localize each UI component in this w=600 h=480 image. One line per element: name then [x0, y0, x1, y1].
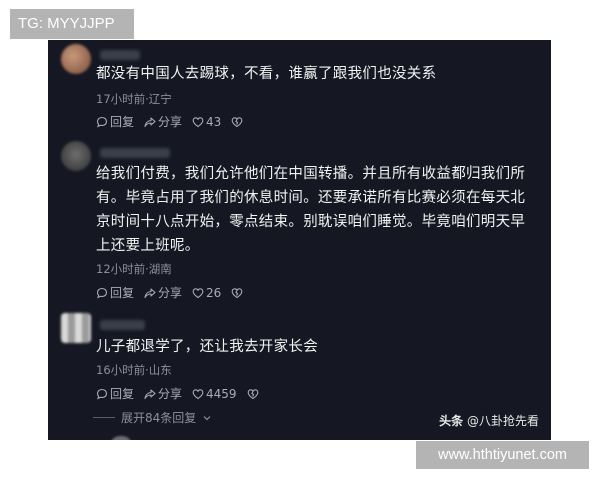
- dislike-button[interactable]: [247, 388, 259, 400]
- share-label: 分享: [158, 286, 183, 300]
- reply-button[interactable]: 回复: [96, 114, 134, 130]
- expand-replies-label: 展开84条回复: [121, 411, 197, 425]
- share-label: 分享: [158, 115, 183, 129]
- share-button[interactable]: 分享: [144, 285, 182, 301]
- dislike-button[interactable]: [231, 116, 243, 128]
- next-avatar-partial: [110, 436, 132, 440]
- reply-label: 回复: [110, 115, 135, 129]
- like-button[interactable]: 43: [192, 114, 221, 130]
- comment-actions: 回复 分享 4459: [96, 386, 259, 402]
- reply-label: 回复: [110, 286, 135, 300]
- reply-button[interactable]: 回复: [96, 386, 134, 402]
- share-button[interactable]: 分享: [144, 386, 182, 402]
- like-count: 43: [206, 115, 222, 129]
- share-icon: [144, 389, 156, 400]
- divider-line: [93, 417, 115, 418]
- comment-actions: 回复 分享 26: [96, 285, 243, 301]
- site-watermark: www.hthtiyunet.com: [416, 441, 589, 469]
- like-button[interactable]: 4459: [192, 386, 237, 402]
- username-blurred[interactable]: [100, 50, 140, 60]
- dislike-button[interactable]: [231, 287, 243, 299]
- comment-meta: 12小时前·湖南: [96, 262, 172, 276]
- chevron-down-icon: [203, 415, 211, 420]
- broken-heart-icon: [231, 288, 243, 299]
- broken-heart-icon: [231, 117, 243, 128]
- username-blurred[interactable]: [100, 320, 145, 330]
- platform-name: 头条: [439, 414, 464, 428]
- share-icon: [144, 117, 156, 128]
- comments-panel: 都没有中国人去踢球，不看，谁赢了跟我们也没关系 17小时前·辽宁 回复 分享 4…: [48, 40, 551, 440]
- comment-meta: 17小时前·辽宁: [96, 92, 172, 106]
- avatar[interactable]: [61, 44, 91, 74]
- reply-icon: [96, 287, 108, 299]
- username-blurred[interactable]: [100, 148, 170, 158]
- avatar[interactable]: [61, 313, 91, 343]
- share-icon: [144, 288, 156, 299]
- reply-icon: [96, 388, 108, 400]
- heart-icon: [192, 288, 204, 299]
- watermark-tag: TG: MYYJJPP: [10, 9, 134, 39]
- comment-text: 给我们付费，我们允许他们在中国转播。并且所有收益都归我们所有。毕竟占用了我们的休…: [96, 166, 526, 254]
- like-count: 4459: [206, 387, 237, 401]
- reply-icon: [96, 116, 108, 128]
- reply-label: 回复: [110, 387, 135, 401]
- heart-icon: [192, 117, 204, 128]
- comment-text: 都没有中国人去踢球，不看，谁赢了跟我们也没关系: [96, 66, 437, 82]
- comment-actions: 回复 分享 43: [96, 114, 243, 130]
- share-label: 分享: [158, 387, 183, 401]
- comment-text: 儿子都退学了，还让我去开家长会: [96, 339, 318, 355]
- source-watermark: 头条 @八卦抢先看: [439, 412, 539, 429]
- heart-icon: [192, 389, 204, 400]
- reply-button[interactable]: 回复: [96, 285, 134, 301]
- comment-meta: 16小时前·山东: [96, 363, 172, 377]
- broken-heart-icon: [247, 389, 258, 400]
- avatar[interactable]: [61, 141, 91, 171]
- share-button[interactable]: 分享: [144, 114, 182, 130]
- account-name: @八卦抢先看: [466, 414, 539, 428]
- like-count: 26: [206, 286, 222, 300]
- like-button[interactable]: 26: [192, 285, 221, 301]
- expand-replies-button[interactable]: 展开84条回复: [93, 409, 212, 426]
